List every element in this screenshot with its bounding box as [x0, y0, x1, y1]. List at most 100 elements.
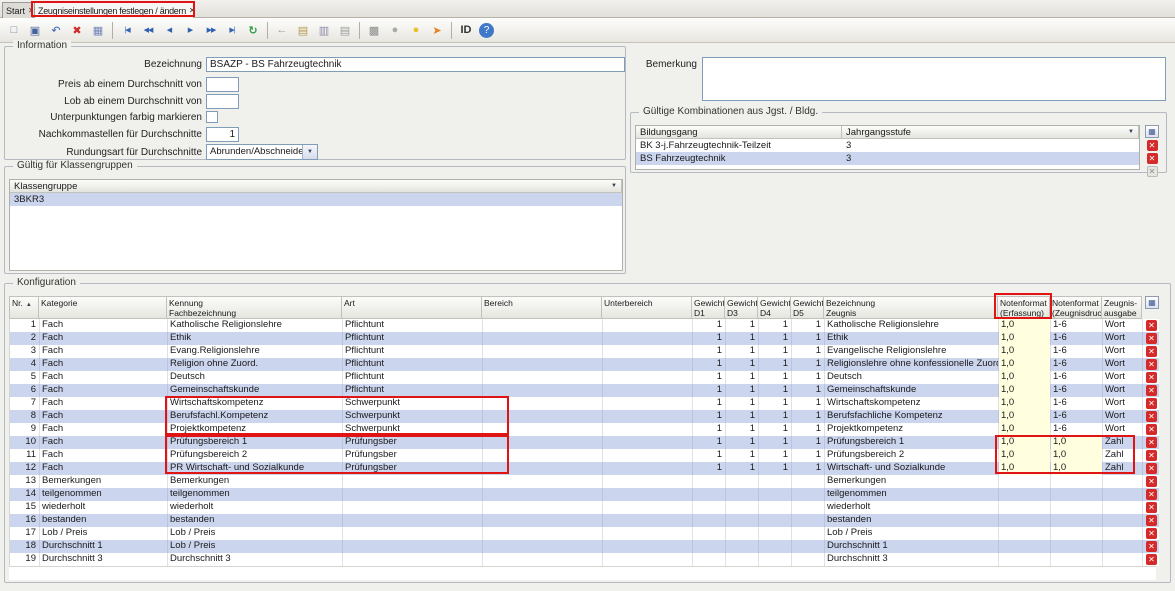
cell-gewicht-d3[interactable]: 1: [726, 449, 759, 462]
cell-gewicht-d5[interactable]: [792, 475, 825, 488]
cell-nr[interactable]: 7: [10, 397, 40, 410]
cell-notenformat-erfassung[interactable]: 1,0: [999, 410, 1051, 423]
cell-bereich[interactable]: [483, 488, 603, 501]
cell-gewicht-d4[interactable]: 1: [759, 436, 792, 449]
cell-kategorie[interactable]: Lob / Preis: [40, 527, 168, 540]
delete-row-icon[interactable]: ✕: [1146, 424, 1157, 435]
cell-gewicht-d4[interactable]: 1: [759, 371, 792, 384]
cell-gewicht-d1[interactable]: 1: [693, 384, 726, 397]
grid-view-button[interactable]: ▦: [1145, 296, 1159, 309]
cell-art[interactable]: Pflichtunt: [343, 319, 483, 332]
delete-row-icon[interactable]: ✕: [1146, 372, 1157, 383]
preis-input[interactable]: [206, 77, 239, 92]
horn-icon[interactable]: ➤: [427, 20, 447, 40]
duplicate-icon[interactable]: ▤: [335, 20, 355, 40]
col-header-notenformat-zeugnisdruck[interactable]: Notenformat (Zeugnisdruck): [1050, 296, 1102, 319]
cell-gewicht-d3[interactable]: [726, 501, 759, 514]
cell-gewicht-d1[interactable]: [693, 475, 726, 488]
delete-row-icon[interactable]: ✕: [1146, 528, 1157, 539]
cell-unterbereich[interactable]: [603, 358, 693, 371]
cell-unterbereich[interactable]: [603, 319, 693, 332]
refresh-grid-icon[interactable]: ▦: [88, 20, 108, 40]
konfiguration-row[interactable]: 1FachKatholische ReligionslehrePflichtun…: [9, 319, 1159, 332]
new-record-icon[interactable]: □: [4, 20, 24, 40]
nav-fast-forward-icon[interactable]: ▶▶: [201, 20, 221, 40]
cell-gewicht-d5[interactable]: 1: [792, 410, 825, 423]
cell-art[interactable]: Pflichtunt: [343, 384, 483, 397]
cell-notenformat-zeugnisdruck[interactable]: [1051, 540, 1103, 553]
cell-unterbereich[interactable]: [603, 462, 693, 475]
cell-kennung[interactable]: teilgenommen: [168, 488, 343, 501]
cell-gewicht-d3[interactable]: [726, 475, 759, 488]
cell-gewicht-d4[interactable]: 1: [759, 423, 792, 436]
cell-bildungsgang[interactable]: BS Fahrzeugtechnik: [636, 152, 842, 165]
konfiguration-row[interactable]: 17Lob / PreisLob / PreisLob / Preis✕: [9, 527, 1159, 540]
cell-gewicht-d3[interactable]: [726, 514, 759, 527]
cell-gewicht-d3[interactable]: 1: [726, 332, 759, 345]
cell-notenformat-zeugnisdruck[interactable]: 1,0: [1051, 462, 1103, 475]
refresh-icon[interactable]: ↻: [243, 20, 263, 40]
cell-bezeichnung-zeugnis[interactable]: Projektkompetenz: [825, 423, 999, 436]
cell-kennung[interactable]: Projektkompetenz: [168, 423, 343, 436]
cell-bereich[interactable]: [483, 410, 603, 423]
cell-zeugnisausgabe[interactable]: Wort: [1103, 423, 1143, 436]
cell-gewicht-d5[interactable]: [792, 501, 825, 514]
cell-art[interactable]: [343, 501, 483, 514]
cell-gewicht-d1[interactable]: [693, 540, 726, 553]
chevron-down-icon[interactable]: ▼: [1128, 129, 1134, 135]
cell-gewicht-d5[interactable]: [792, 553, 825, 566]
delete-kombination-icon[interactable]: ✕: [1147, 153, 1158, 164]
cell-nr[interactable]: 3: [10, 345, 40, 358]
cell-art[interactable]: Prüfungsber: [343, 449, 483, 462]
col-header-zeugnisausgabe[interactable]: Zeugnis- ausgabe: [1102, 296, 1142, 319]
cell-bereich[interactable]: [483, 384, 603, 397]
cell-art[interactable]: Prüfungsber: [343, 462, 483, 475]
cell-bereich[interactable]: [483, 371, 603, 384]
cell-gewicht-d5[interactable]: 1: [792, 332, 825, 345]
cell-bezeichnung-zeugnis[interactable]: Prüfungsbereich 1: [825, 436, 999, 449]
konfiguration-row[interactable]: 14teilgenommenteilgenommenteilgenommen✕: [9, 488, 1159, 501]
col-header-kennung[interactable]: Kennung Fachbezeichnung: [167, 296, 342, 319]
cell-kennung[interactable]: Lob / Preis: [168, 540, 343, 553]
cell-gewicht-d1[interactable]: 1: [693, 423, 726, 436]
konfiguration-row[interactable]: 15wiederholtwiederholtwiederholt✕: [9, 501, 1159, 514]
cell-gewicht-d1[interactable]: 1: [693, 345, 726, 358]
cell-nr[interactable]: 9: [10, 423, 40, 436]
cell-zeugnisausgabe[interactable]: Wort: [1103, 332, 1143, 345]
konfiguration-row[interactable]: 18Durchschnitt 1Lob / PreisDurchschnitt …: [9, 540, 1159, 553]
cell-kategorie[interactable]: Fach: [40, 397, 168, 410]
cell-gewicht-d3[interactable]: 1: [726, 397, 759, 410]
cell-kennung[interactable]: Deutsch: [168, 371, 343, 384]
delete-row-icon[interactable]: ✕: [1146, 359, 1157, 370]
cell-kennung[interactable]: bestanden: [168, 514, 343, 527]
cell-jahrgangsstufe[interactable]: 3: [842, 139, 1139, 152]
cell-gewicht-d3[interactable]: [726, 553, 759, 566]
col-header-gewicht-d3[interactable]: Gewicht D3: [725, 296, 758, 319]
cell-notenformat-erfassung[interactable]: [999, 501, 1051, 514]
delete-record-icon[interactable]: ✖: [67, 20, 87, 40]
nachkommastellen-input[interactable]: 1: [206, 127, 239, 142]
cell-bezeichnung-zeugnis[interactable]: Wirtschaftskompetenz: [825, 397, 999, 410]
cell-kategorie[interactable]: Fach: [40, 332, 168, 345]
delete-kombination-icon[interactable]: ✕: [1147, 140, 1158, 151]
cell-notenformat-erfassung[interactable]: 1,0: [999, 449, 1051, 462]
help-icon[interactable]: ?: [479, 23, 494, 38]
cell-kategorie[interactable]: Fach: [40, 319, 168, 332]
cell-bereich[interactable]: [483, 501, 603, 514]
cell-bereich[interactable]: [483, 462, 603, 475]
delete-row-icon[interactable]: ✕: [1146, 411, 1157, 422]
cell-unterbereich[interactable]: [603, 384, 693, 397]
col-header-kategorie[interactable]: Kategorie: [39, 296, 167, 319]
cell-gewicht-d5[interactable]: [792, 488, 825, 501]
cell-bereich[interactable]: [483, 449, 603, 462]
cell-notenformat-erfassung[interactable]: [999, 553, 1051, 566]
cell-bezeichnung-zeugnis[interactable]: Lob / Preis: [825, 527, 999, 540]
cell-art[interactable]: [343, 514, 483, 527]
konfiguration-row[interactable]: 16bestandenbestandenbestanden✕: [9, 514, 1159, 527]
cell-bezeichnung-zeugnis[interactable]: Religionslehre ohne konfessionelle Zuord…: [825, 358, 999, 371]
cell-kategorie[interactable]: Fach: [40, 436, 168, 449]
cell-art[interactable]: [343, 488, 483, 501]
copy-icon[interactable]: ▤: [293, 20, 313, 40]
tab-start[interactable]: Start ✕: [2, 2, 33, 18]
cell-notenformat-zeugnisdruck[interactable]: [1051, 488, 1103, 501]
